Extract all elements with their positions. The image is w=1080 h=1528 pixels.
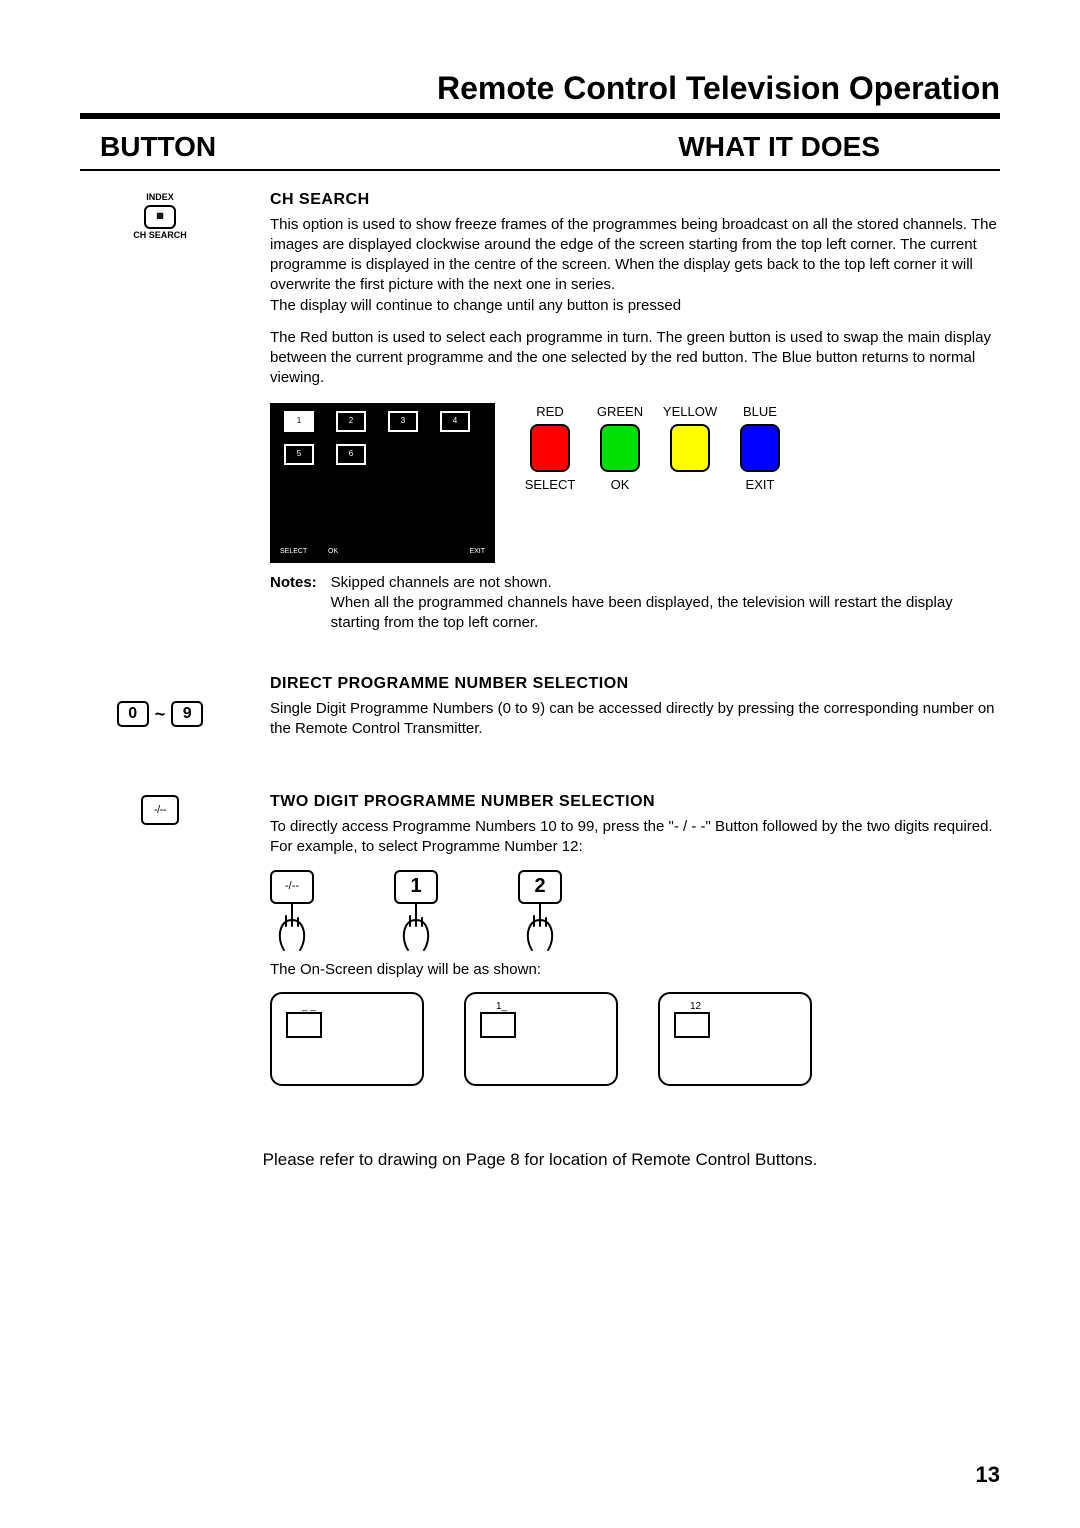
osd-caption: The On-Screen display will be as shown: xyxy=(270,960,1000,980)
dash-key-icon: -/-- xyxy=(141,795,179,825)
notes: Notes: Skipped channels are not shown. W… xyxy=(270,573,1000,634)
desc-col: CH SEARCH This option is used to show fr… xyxy=(270,189,1000,633)
green-button-col: GREEN OK xyxy=(585,403,655,494)
ch-search-icon: INDEX ▦ CH SEARCH xyxy=(133,193,187,633)
col-what-it-does: WHAT IT DOES xyxy=(678,131,880,163)
yellow-button-icon xyxy=(670,424,710,472)
section-direct-number: 0 ~ 9 DIRECT PROGRAMME NUMBER SELECTION … xyxy=(80,673,1000,751)
col-button: BUTTON xyxy=(100,131,216,163)
label-yellow: YELLOW xyxy=(655,403,725,421)
key-9-icon: 9 xyxy=(171,701,203,727)
press-key-dash: -/-- xyxy=(270,870,314,904)
heading-direct: DIRECT PROGRAMME NUMBER SELECTION xyxy=(270,673,1000,695)
osd-pic-icon xyxy=(674,1012,710,1038)
yellow-button-col: YELLOW xyxy=(655,403,725,477)
index-button-icon: ▦ xyxy=(144,205,176,229)
direct-body: Single Digit Programme Numbers (0 to 9) … xyxy=(270,699,1000,740)
press-sequence: -/-- 1 2 xyxy=(270,870,1000,952)
tv-footer: SELECT OK EXIT xyxy=(278,547,487,556)
label-red: RED xyxy=(515,403,585,421)
press-key-1: 1 xyxy=(394,870,438,904)
text: This option is used to show freeze frame… xyxy=(270,216,997,294)
press-step-1: -/-- xyxy=(270,870,314,952)
press-step-3: 2 xyxy=(518,870,562,952)
tv-cell: 4 xyxy=(440,411,470,432)
tv-cell: 5 xyxy=(284,444,314,465)
hand-icon xyxy=(394,902,438,952)
tv-cell: 3 xyxy=(388,411,418,432)
color-buttons: RED SELECT GREEN OK YELLOW xyxy=(515,403,795,494)
osd-row: _ _ 1_ 12 xyxy=(270,992,1000,1086)
green-button-icon xyxy=(600,424,640,472)
desc-col: DIRECT PROGRAMME NUMBER SELECTION Single… xyxy=(270,673,1000,751)
red-button-icon xyxy=(530,424,570,472)
button-icon-col: 0 ~ 9 xyxy=(80,673,240,751)
label-green: GREEN xyxy=(585,403,655,421)
heading-ch-search: CH SEARCH xyxy=(270,189,1000,211)
blue-button-icon xyxy=(740,424,780,472)
tv-footer-exit: EXIT xyxy=(469,547,485,556)
icon-label-index: INDEX xyxy=(133,193,187,203)
press-key-2: 2 xyxy=(518,870,562,904)
page-number: 13 xyxy=(976,1462,1000,1488)
osd-pic-icon xyxy=(480,1012,516,1038)
label-exit: EXIT xyxy=(725,476,795,494)
footer-note: Please refer to drawing on Page 8 for lo… xyxy=(80,1150,1000,1170)
tv-cell: 6 xyxy=(336,444,366,465)
page-title: Remote Control Television Operation xyxy=(80,70,1000,119)
content: INDEX ▦ CH SEARCH CH SEARCH This option … xyxy=(80,189,1000,1170)
section-ch-search: INDEX ▦ CH SEARCH CH SEARCH This option … xyxy=(80,189,1000,633)
notes-text: Skipped channels are not shown. When all… xyxy=(331,573,1000,634)
label-ok: OK xyxy=(585,476,655,494)
osd-screen-2: 1_ xyxy=(464,992,618,1086)
tv-grid-graphic: 1 2 3 4 5 6 SELECT OK xyxy=(270,403,495,563)
label-select: SELECT xyxy=(515,476,585,494)
manual-page: Remote Control Television Operation BUTT… xyxy=(0,0,1080,1528)
osd-screen-1: _ _ xyxy=(270,992,424,1086)
tv-cell: 1 xyxy=(284,411,314,432)
hand-icon xyxy=(518,902,562,952)
two-digit-body: To directly access Programme Numbers 10 … xyxy=(270,817,1000,858)
text: The display will continue to change unti… xyxy=(270,297,681,314)
osd-screen-3: 12 xyxy=(658,992,812,1086)
button-icon-col: -/-- xyxy=(80,791,240,1085)
red-button-col: RED SELECT xyxy=(515,403,585,494)
blue-button-col: BLUE EXIT xyxy=(725,403,795,494)
tv-footer-select: SELECT xyxy=(280,547,328,556)
icon-label-chsearch: CH SEARCH xyxy=(133,231,187,241)
ch-search-para-2: The Red button is used to select each pr… xyxy=(270,328,1000,389)
tv-cell: 2 xyxy=(336,411,366,432)
osd-pic-icon xyxy=(286,1012,322,1038)
tv-footer-ok: OK xyxy=(328,547,376,556)
desc-col: TWO DIGIT PROGRAMME NUMBER SELECTION To … xyxy=(270,791,1000,1085)
label-blue: BLUE xyxy=(725,403,795,421)
button-icon-col: INDEX ▦ CH SEARCH xyxy=(80,189,240,633)
key-0-icon: 0 xyxy=(117,701,149,727)
graphics-row: 1 2 3 4 5 6 SELECT OK xyxy=(270,403,1000,563)
section-two-digit: -/-- TWO DIGIT PROGRAMME NUMBER SELECTIO… xyxy=(80,791,1000,1085)
ch-search-para-1: This option is used to show freeze frame… xyxy=(270,215,1000,316)
heading-two-digit: TWO DIGIT PROGRAMME NUMBER SELECTION xyxy=(270,791,1000,813)
numkeys-0-9-icon: 0 ~ 9 xyxy=(117,677,204,751)
notes-label: Notes: xyxy=(270,573,317,634)
tilde: ~ xyxy=(155,704,166,725)
hand-icon xyxy=(270,902,314,952)
press-step-2: 1 xyxy=(394,870,438,952)
columns-header: BUTTON WHAT IT DOES xyxy=(80,127,1000,171)
